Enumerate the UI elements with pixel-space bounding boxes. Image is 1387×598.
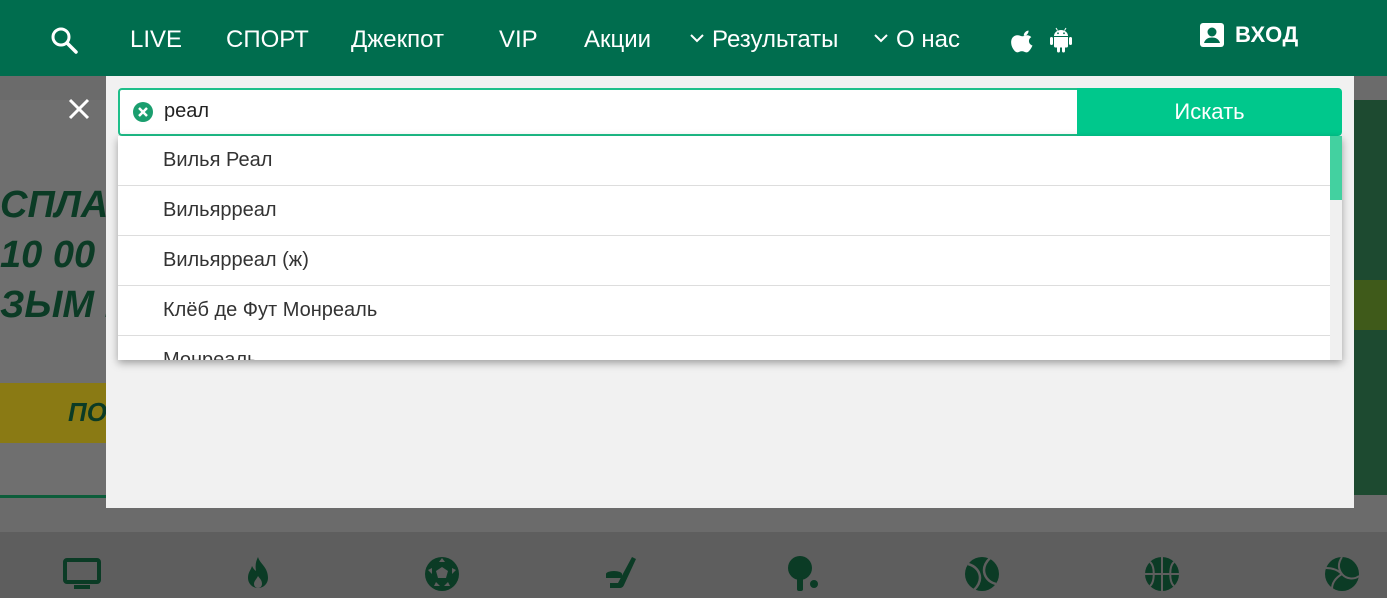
suggestion-item[interactable]: Клёб де Фут Монреаль [118, 286, 1330, 336]
scrollbar-thumb[interactable] [1330, 136, 1342, 200]
nav-item-promotions[interactable]: Акции [584, 25, 651, 55]
promo-line: СПЛАТ [0, 184, 106, 226]
nav-item-jackpot[interactable]: Джекпот [351, 25, 444, 55]
suggestion-item[interactable]: Монреаль [118, 336, 1330, 360]
clear-search-icon[interactable] [132, 101, 154, 123]
tennis-icon[interactable] [962, 554, 1002, 594]
apple-icon[interactable] [1011, 27, 1037, 53]
promo-cta-text: ПО [68, 397, 107, 427]
nav-item-about-label: О нас [896, 26, 960, 53]
promo-line: 10 00 [0, 234, 96, 276]
search-field [118, 88, 1077, 136]
search-button[interactable]: Искать [1077, 88, 1342, 136]
search-input[interactable] [164, 96, 1044, 126]
fire-icon[interactable] [238, 554, 278, 594]
suggestion-list: Вилья Реал Вильярреал Вильярреал (ж) Клё… [118, 136, 1330, 360]
promo-banner-right [1354, 100, 1387, 495]
table-tennis-icon[interactable] [782, 554, 822, 594]
nav-item-results[interactable]: Результаты [690, 25, 838, 55]
tv-icon[interactable] [62, 554, 102, 594]
user-account-icon [1200, 23, 1224, 47]
chevron-down-icon [874, 33, 888, 43]
promo-cta-strip: ПО [0, 383, 107, 443]
nav-item-about[interactable]: О нас [874, 25, 960, 55]
chevron-down-icon [690, 33, 704, 43]
nav-item-vip[interactable]: VIP [499, 25, 538, 55]
basketball-icon[interactable] [1142, 554, 1182, 594]
promo-line: ЗЫМ Г [0, 284, 106, 326]
promo-banner-text: СПЛАТ 10 00 ЗЫМ Г [0, 180, 106, 330]
suggestion-item[interactable]: Вильярреал (ж) [118, 236, 1330, 286]
football-icon[interactable] [422, 554, 462, 594]
nav-item-live[interactable]: LIVE [130, 25, 182, 55]
search-suggestions: Вилья Реал Вильярреал Вильярреал (ж) Клё… [118, 136, 1342, 360]
hockey-icon[interactable] [602, 554, 642, 594]
suggestion-item[interactable]: Вильярреал [118, 186, 1330, 236]
search-icon[interactable] [50, 26, 78, 54]
android-icon[interactable] [1048, 27, 1074, 53]
close-icon[interactable] [67, 97, 91, 121]
top-navigation: LIVE СПОРТ Джекпот VIP Акции Результаты … [0, 0, 1387, 76]
sports-bar [0, 532, 1387, 598]
suggestion-item[interactable]: Вилья Реал [118, 136, 1330, 186]
nav-item-results-label: Результаты [712, 26, 839, 53]
volleyball-icon[interactable] [1322, 554, 1362, 594]
suggestion-scrollbar[interactable] [1330, 136, 1342, 360]
promo-decoration [1354, 280, 1387, 330]
login-button[interactable]: ВХОД [1199, 20, 1299, 50]
nav-item-sport[interactable]: СПОРТ [226, 25, 309, 55]
login-label: ВХОД [1235, 22, 1299, 47]
promo-banner-left: СПЛАТ 10 00 ЗЫМ Г ПО [0, 100, 107, 498]
